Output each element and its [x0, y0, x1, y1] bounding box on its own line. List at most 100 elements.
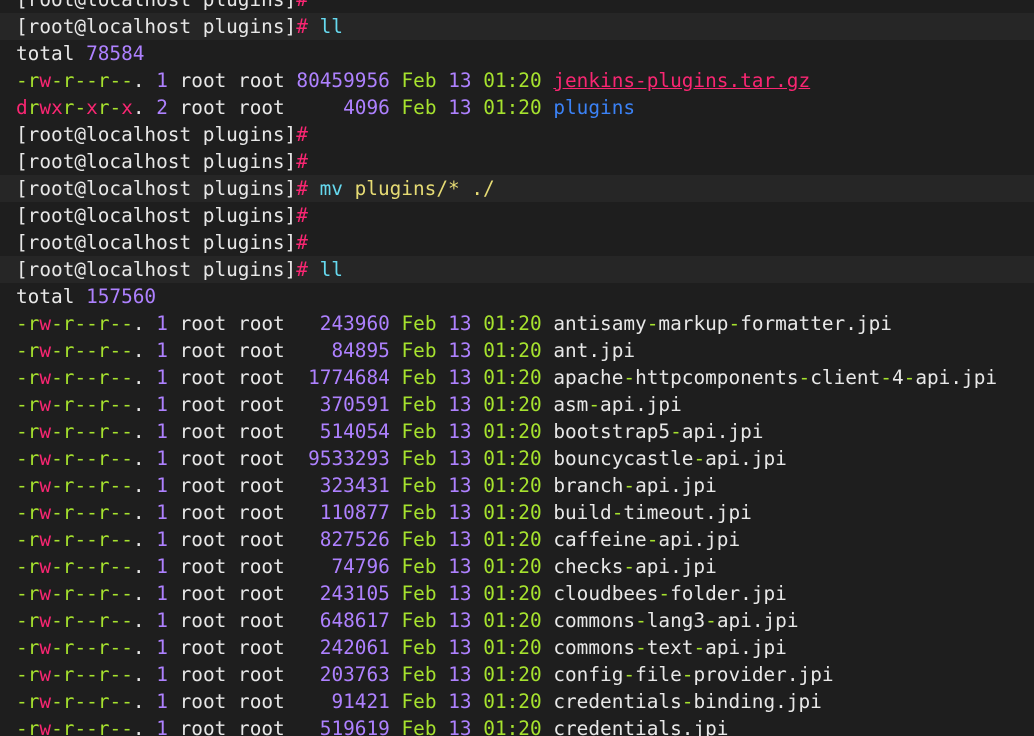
date-month: Feb	[401, 312, 437, 335]
file-name[interactable]: jenkins-plugins.tar.gz	[553, 69, 810, 92]
total-label: total	[16, 42, 75, 65]
link-count: 1	[156, 582, 168, 605]
permissions: -rw-r--r--.	[16, 609, 145, 632]
date-day: 13	[448, 393, 472, 416]
prompt-text: [root@localhost plugins]	[16, 258, 297, 281]
file-entry-row: -rw-r--r--. 1 root root 91421 Feb 13 01:…	[0, 688, 1034, 715]
prompt-symbol: #	[296, 231, 308, 254]
owner: root	[179, 528, 227, 551]
group: root	[238, 609, 285, 632]
link-count: 1	[156, 312, 168, 335]
file-name[interactable]: build-timeout.jpi	[553, 501, 751, 524]
permissions: -rw-r--r--.	[16, 474, 145, 497]
group: root	[238, 717, 285, 736]
permissions: -rw-r--r--.	[16, 312, 145, 335]
permissions: -rw-r--r--.	[16, 393, 145, 416]
file-name[interactable]: caffeine-api.jpi	[553, 528, 740, 551]
link-count: 2	[156, 96, 168, 119]
group: root	[238, 474, 285, 497]
date-time: 01:20	[483, 636, 542, 659]
file-size: 80459956	[296, 69, 390, 92]
permissions: -rw-r--r--.	[16, 690, 145, 713]
link-count: 1	[156, 528, 168, 551]
owner: root	[179, 474, 227, 497]
owner: root	[179, 339, 227, 362]
file-name[interactable]: ant.jpi	[553, 339, 635, 362]
file-name[interactable]: bouncycastle-api.jpi	[553, 447, 787, 470]
link-count: 1	[156, 69, 168, 92]
date-month: Feb	[401, 393, 437, 416]
file-size: 243105	[319, 582, 390, 605]
date-time: 01:20	[483, 447, 542, 470]
date-day: 13	[448, 447, 472, 470]
date-day: 13	[448, 366, 472, 389]
file-name[interactable]: asm-api.jpi	[553, 393, 681, 416]
file-entry-row: -rw-r--r--. 1 root root 514054 Feb 13 01…	[0, 418, 1034, 445]
date-time: 01:20	[483, 339, 542, 362]
link-count: 1	[156, 609, 168, 632]
permissions: -rw-r--r--.	[16, 582, 145, 605]
file-entry-row: -rw-r--r--. 1 root root 242061 Feb 13 01…	[0, 634, 1034, 661]
file-name[interactable]: credentials.jpi	[553, 717, 728, 736]
date-time: 01:20	[483, 717, 542, 736]
date-month: Feb	[401, 609, 437, 632]
date-time: 01:20	[483, 96, 542, 119]
link-count: 1	[156, 690, 168, 713]
date-day: 13	[448, 717, 472, 736]
date-day: 13	[448, 582, 472, 605]
group: root	[238, 690, 285, 713]
total-line: total 157560	[0, 283, 1034, 310]
date-time: 01:20	[483, 690, 542, 713]
link-count: 1	[156, 474, 168, 497]
file-size: 514054	[319, 420, 390, 443]
file-size: 203763	[319, 663, 390, 686]
date-month: Feb	[401, 690, 437, 713]
file-name[interactable]: bootstrap5-api.jpi	[553, 420, 763, 443]
file-entry-row: -rw-r--r--. 1 root root 827526 Feb 13 01…	[0, 526, 1034, 553]
date-month: Feb	[401, 528, 437, 551]
date-month: Feb	[401, 420, 437, 443]
date-day: 13	[448, 474, 472, 497]
permissions: -rw-r--r--.	[16, 555, 145, 578]
permissions: -rw-r--r--.	[16, 447, 145, 470]
date-time: 01:20	[483, 312, 542, 335]
owner: root	[179, 96, 227, 119]
prompt-line: [root@localhost plugins]#	[0, 0, 1034, 13]
group: root	[238, 636, 285, 659]
terminal-window[interactable]: [root@localhost plugins]#[root@localhost…	[0, 0, 1034, 736]
date-month: Feb	[401, 339, 437, 362]
date-month: Feb	[401, 501, 437, 524]
date-day: 13	[448, 663, 472, 686]
file-name[interactable]: commons-lang3-api.jpi	[553, 609, 798, 632]
file-name[interactable]: branch-api.jpi	[553, 474, 716, 497]
prompt-symbol: #	[296, 123, 308, 146]
file-entry-row: -rw-r--r--. 1 root root 243960 Feb 13 01…	[0, 310, 1034, 337]
file-size: 827526	[319, 528, 390, 551]
link-count: 1	[156, 555, 168, 578]
prompt-text: [root@localhost plugins]	[16, 150, 297, 173]
link-count: 1	[156, 339, 168, 362]
file-name[interactable]: commons-text-api.jpi	[553, 636, 787, 659]
command-args: plugins/* ./	[354, 177, 495, 200]
file-name[interactable]: config-file-provider.jpi	[553, 663, 833, 686]
date-time: 01:20	[483, 582, 542, 605]
file-name[interactable]: apache-httpcomponents-client-4-api.jpi	[553, 366, 997, 389]
file-size: 648617	[319, 609, 390, 632]
file-name[interactable]: antisamy-markup-formatter.jpi	[553, 312, 892, 335]
command-name: ll	[319, 15, 343, 38]
prompt-line: [root@localhost plugins]#	[0, 202, 1034, 229]
file-name[interactable]: checks-api.jpi	[553, 555, 716, 578]
date-month: Feb	[401, 717, 437, 736]
file-name[interactable]: plugins	[553, 96, 635, 119]
file-name[interactable]: cloudbees-folder.jpi	[553, 582, 787, 605]
link-count: 1	[156, 663, 168, 686]
date-month: Feb	[401, 663, 437, 686]
permissions: -rw-r--r--.	[16, 636, 145, 659]
group: root	[238, 393, 285, 416]
file-name[interactable]: credentials-binding.jpi	[553, 690, 822, 713]
link-count: 1	[156, 393, 168, 416]
file-entry-row: -rw-r--r--. 1 root root 74796 Feb 13 01:…	[0, 553, 1034, 580]
link-count: 1	[156, 717, 168, 736]
prompt-line: [root@localhost plugins]#	[0, 121, 1034, 148]
date-month: Feb	[401, 582, 437, 605]
